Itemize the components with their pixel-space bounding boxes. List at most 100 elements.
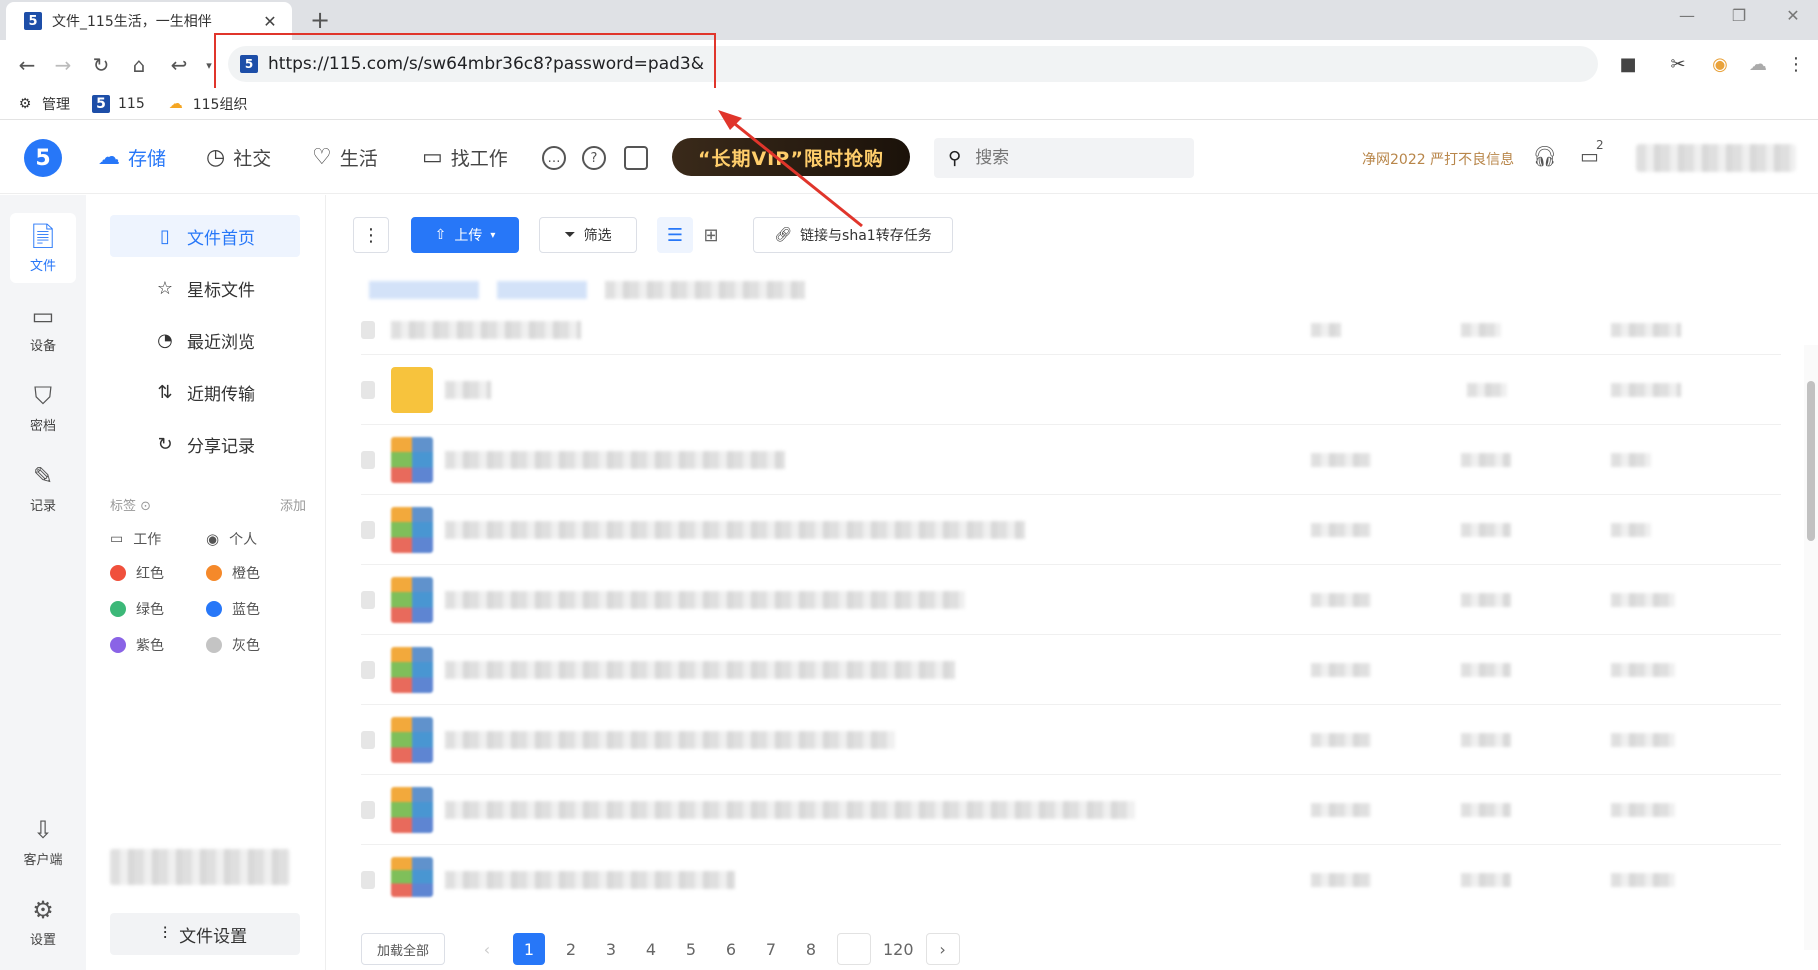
help-icon[interactable]: ? — [582, 146, 606, 170]
table-row[interactable] — [361, 355, 1781, 425]
nav-social[interactable]: ◷ 社交 — [206, 144, 271, 171]
page-last[interactable]: 120 — [883, 933, 914, 965]
tag-red[interactable]: 红色 — [110, 563, 164, 583]
tag-gray[interactable]: 灰色 — [206, 635, 260, 655]
table-row[interactable] — [361, 635, 1781, 705]
tags-add-link[interactable]: 添加 — [280, 495, 306, 514]
select-all-checkbox[interactable] — [361, 321, 375, 339]
chat-icon[interactable] — [624, 146, 648, 170]
nav-jobs[interactable]: ▭ 找工作 — [422, 144, 508, 171]
row-checkbox[interactable] — [361, 731, 375, 749]
page-6[interactable]: 6 — [717, 933, 745, 965]
row-checkbox[interactable] — [361, 661, 375, 679]
minimize-icon[interactable]: — — [1672, 6, 1702, 25]
sidebar-item-home[interactable]: ▯ 文件首页 — [110, 215, 300, 257]
back-icon[interactable]: ← — [12, 50, 42, 80]
vip-promo-banner[interactable]: “长期VIP”限时抢购 — [672, 138, 910, 176]
row-checkbox[interactable] — [361, 381, 375, 399]
extension-orange-icon[interactable]: ◉ — [1706, 50, 1734, 78]
upload-button[interactable]: ⇧ 上传 ▾ — [411, 217, 519, 253]
filter-button[interactable]: ⏷ 筛选 — [539, 217, 637, 253]
grid-view-icon[interactable]: ⊞ — [693, 217, 729, 253]
rail-notes[interactable]: ✎ 记录 — [0, 461, 86, 514]
table-row[interactable] — [361, 775, 1781, 845]
bookmark-115[interactable]: 5 115 — [92, 94, 145, 113]
app-logo[interactable]: 5 — [24, 139, 62, 177]
nav-storage[interactable]: ☁ 存储 — [98, 144, 166, 171]
scissors-icon[interactable]: ✂ — [1664, 50, 1692, 78]
list-view-icon[interactable]: ☰ — [657, 217, 693, 253]
page-4[interactable]: 4 — [637, 933, 665, 965]
extension-icon[interactable]: ■ — [1614, 50, 1642, 78]
forward-icon[interactable]: → — [48, 50, 78, 80]
more-actions-button[interactable]: ⋮ — [353, 217, 389, 253]
headset-icon[interactable]: 🎧︎ — [1532, 144, 1557, 168]
table-row[interactable] — [361, 495, 1781, 565]
rail-vault[interactable]: ⛉ 密档 — [0, 381, 86, 434]
column-header[interactable] — [1461, 323, 1501, 337]
page-2[interactable]: 2 — [557, 933, 585, 965]
page-jump-ellipsis[interactable] — [837, 933, 871, 965]
tag-personal[interactable]: ◉ 个人 — [206, 529, 257, 549]
browser-menu-icon[interactable]: ⋮ — [1782, 50, 1810, 78]
sidebar-item-shares[interactable]: ↻ 分享记录 — [110, 423, 300, 465]
table-row[interactable] — [361, 705, 1781, 775]
new-tab-button[interactable]: + — [306, 6, 334, 34]
column-header[interactable] — [391, 321, 581, 339]
prev-page-button[interactable]: ‹ — [473, 933, 501, 965]
tag-purple[interactable]: 紫色 — [110, 635, 164, 655]
sidebar-item-transfers[interactable]: ⇅ 近期传输 — [110, 371, 300, 413]
scrollbar-thumb[interactable] — [1807, 381, 1815, 541]
row-checkbox[interactable] — [361, 871, 375, 889]
breadcrumb-item[interactable] — [605, 281, 805, 299]
breadcrumb-item[interactable] — [369, 281, 479, 299]
row-checkbox[interactable] — [361, 451, 375, 469]
rail-settings[interactable]: ⚙ 设置 — [0, 895, 86, 948]
tag-blue[interactable]: 蓝色 — [206, 599, 260, 619]
bookmark-115-org[interactable]: ☁ 115组织 — [167, 94, 248, 114]
file-settings-button[interactable]: ⫶ 文件设置 — [110, 913, 300, 955]
load-all-button[interactable]: 加载全部 — [361, 933, 445, 965]
more-icon[interactable]: … — [542, 146, 566, 170]
tag-green[interactable]: 绿色 — [110, 599, 164, 619]
breadcrumb-item[interactable] — [497, 281, 587, 299]
page-7[interactable]: 7 — [757, 933, 785, 965]
row-checkbox[interactable] — [361, 521, 375, 539]
home-icon[interactable]: ⌂ — [124, 50, 154, 80]
tab-close-icon[interactable]: ✕ — [260, 12, 280, 31]
window-close-icon[interactable]: ✕ — [1778, 6, 1808, 25]
user-profile-blurred[interactable] — [1636, 144, 1796, 172]
rail-client[interactable]: ⇩ 客户端 — [0, 815, 86, 868]
cloud-sync-icon[interactable]: ☁ — [1744, 50, 1772, 78]
row-checkbox[interactable] — [361, 591, 375, 609]
sidebar-item-recent[interactable]: ◔ 最近浏览 — [110, 319, 300, 361]
link-transfer-task-button[interactable]: 🔗︎ 链接与sha1转存任务 — [753, 217, 953, 253]
tag-orange[interactable]: 橙色 — [206, 563, 260, 583]
undo-icon[interactable]: ↩ — [164, 50, 194, 80]
column-header[interactable] — [1611, 323, 1681, 337]
sidebar: ▯ 文件首页 ☆ 星标文件 ◔ 最近浏览 ⇅ 近期传输 ↻ 分享记录 标签 ⊙ … — [86, 195, 326, 970]
table-row[interactable] — [361, 425, 1781, 495]
page-5[interactable]: 5 — [677, 933, 705, 965]
table-row[interactable] — [361, 565, 1781, 635]
reload-icon[interactable]: ↻ — [86, 50, 116, 80]
next-page-button[interactable]: › — [925, 933, 960, 965]
search-box[interactable]: ⚲ — [934, 138, 1194, 178]
tag-work[interactable]: ▭ 工作 — [110, 529, 161, 549]
notice-text[interactable]: 净网2022 严打不良信息 — [1362, 149, 1514, 169]
row-checkbox[interactable] — [361, 801, 375, 819]
view-toggle: ☰ ⊞ — [657, 217, 729, 253]
vertical-scrollbar[interactable] — [1804, 345, 1818, 950]
rail-devices[interactable]: ▭ 设备 — [0, 301, 86, 354]
page-8[interactable]: 8 — [797, 933, 825, 965]
bookmark-manage[interactable]: ⚙ 管理 — [16, 94, 70, 114]
column-header[interactable] — [1311, 323, 1341, 337]
restore-icon[interactable]: ❐ — [1724, 6, 1754, 25]
nav-life[interactable]: ♡ 生活 — [312, 144, 378, 171]
page-3[interactable]: 3 — [597, 933, 625, 965]
search-input[interactable] — [975, 148, 1156, 168]
sidebar-item-starred[interactable]: ☆ 星标文件 — [110, 267, 300, 309]
page-1[interactable]: 1 — [513, 933, 545, 965]
table-row[interactable] — [361, 845, 1781, 905]
rail-files[interactable]: 📄︎ 文件 — [0, 221, 86, 274]
